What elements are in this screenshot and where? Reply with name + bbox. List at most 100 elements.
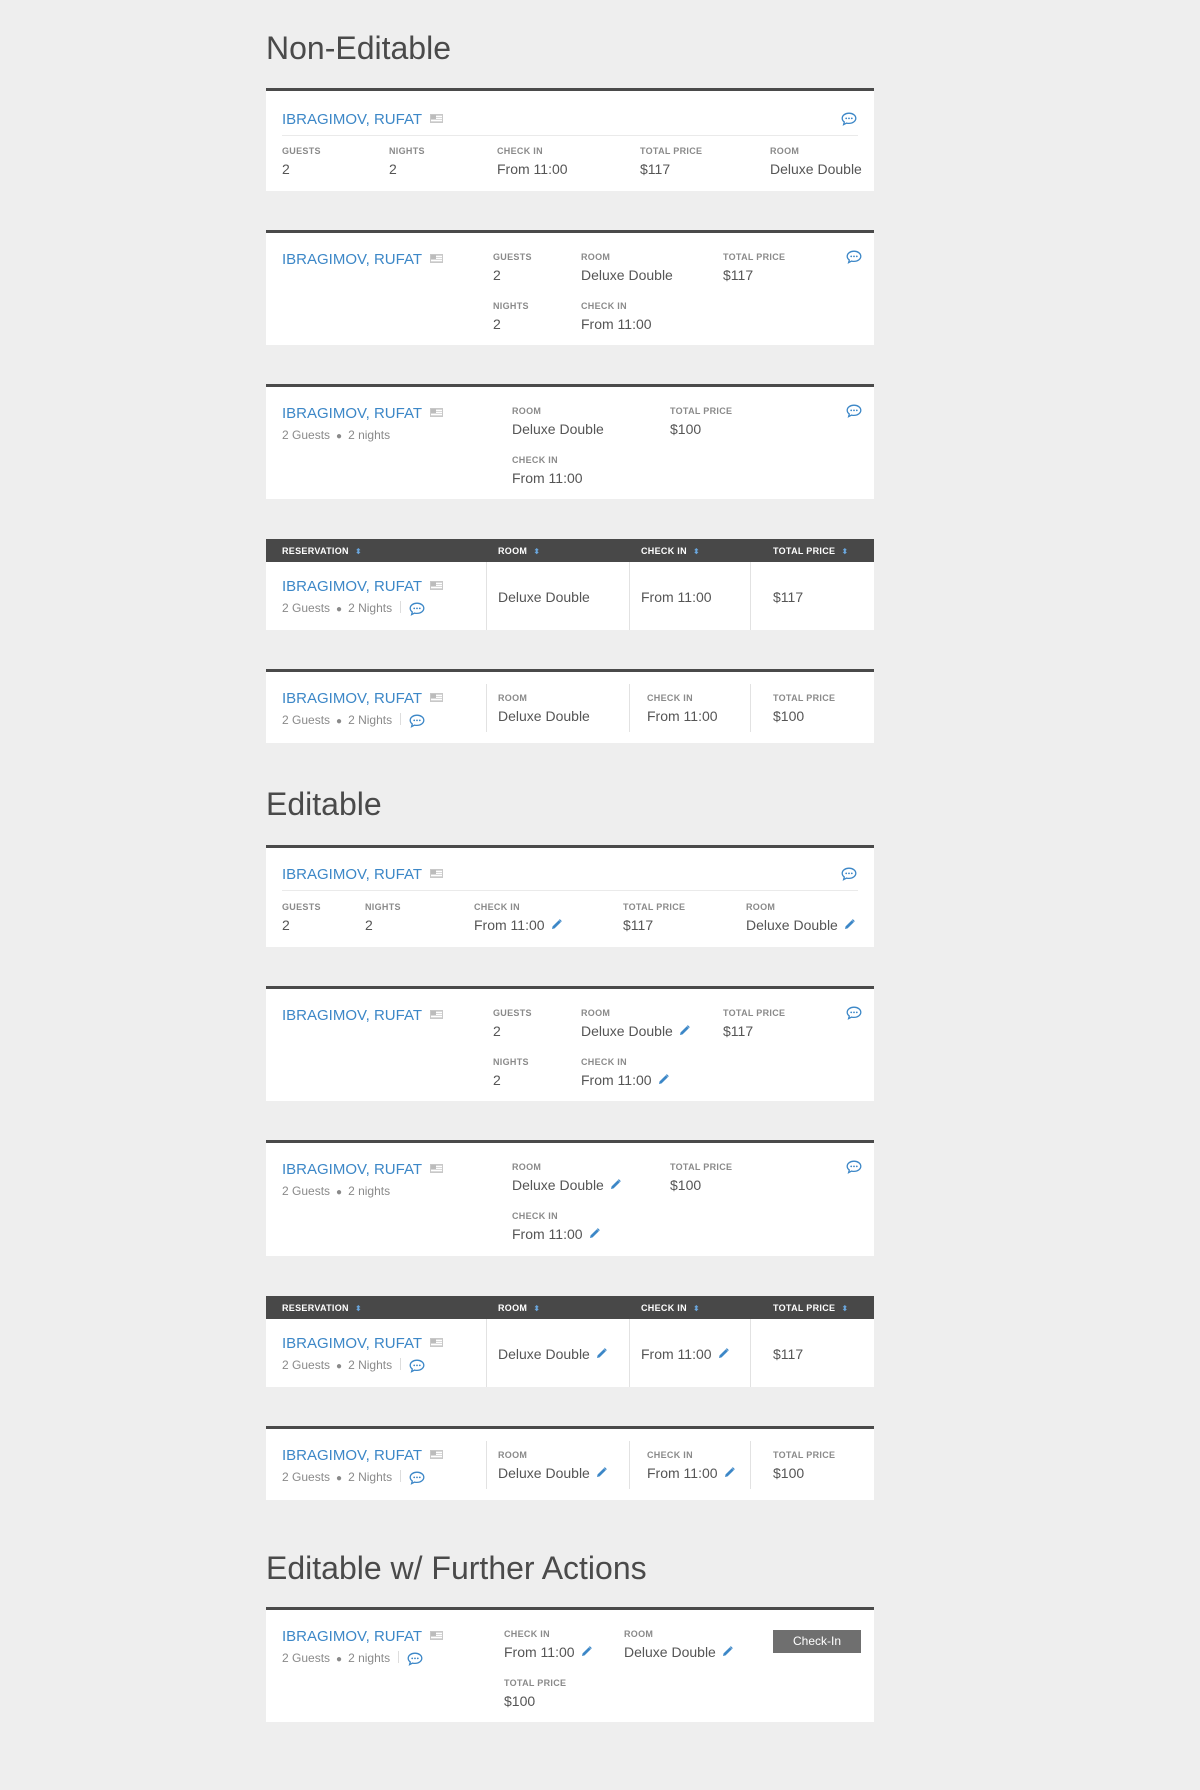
chat-bubble-icon[interactable] [841, 112, 857, 126]
guest-name-label[interactable]: IBRAGIMOV, RUFAT [282, 405, 422, 422]
sort-icon[interactable]: ⬍ [841, 548, 848, 556]
check-in-value[interactable]: From 11:00 [512, 1226, 600, 1242]
guest-name-link[interactable]: IBRAGIMOV, RUFAT [282, 111, 444, 128]
room-value[interactable]: Deluxe Double [624, 1644, 733, 1660]
pencil-icon[interactable] [581, 1646, 592, 1657]
column-header-reservation[interactable]: RESERVATION ⬍ [282, 546, 362, 556]
pencil-icon[interactable] [596, 1348, 607, 1359]
chat-bubble-icon[interactable] [846, 404, 862, 418]
column-label[interactable]: TOTAL PRICE [773, 1303, 835, 1313]
sort-icon[interactable]: ⬍ [693, 548, 700, 556]
guest-name-link[interactable]: IBRAGIMOV, RUFAT [282, 1007, 444, 1024]
room-text[interactable]: Deluxe Double [498, 1465, 590, 1481]
column-header-check-in[interactable]: CHECK IN ⬍ [641, 546, 700, 556]
guest-name-label[interactable]: IBRAGIMOV, RUFAT [282, 1007, 422, 1024]
pencil-icon[interactable] [589, 1228, 600, 1239]
column-header-check-in[interactable]: CHECK IN ⬍ [641, 1303, 700, 1313]
room-text[interactable]: Deluxe Double [624, 1644, 716, 1660]
column-label[interactable]: CHECK IN [641, 546, 687, 556]
column-label[interactable]: RESERVATION [282, 546, 349, 556]
pencil-icon[interactable] [718, 1348, 729, 1359]
sort-icon[interactable]: ⬍ [533, 1305, 540, 1313]
column-header-total-price[interactable]: TOTAL PRICE ⬍ [773, 1303, 848, 1313]
chat-bubble-icon[interactable] [846, 1006, 862, 1020]
room-value[interactable]: Deluxe Double [498, 1346, 607, 1362]
room-text[interactable]: Deluxe Double [746, 917, 838, 933]
column-header-room[interactable]: ROOM ⬍ [498, 1303, 540, 1313]
chat-bubble-icon[interactable] [409, 714, 425, 728]
check-in-text[interactable]: From 11:00 [647, 1465, 718, 1481]
column-header-reservation[interactable]: RESERVATION ⬍ [282, 1303, 362, 1313]
guest-name-label[interactable]: IBRAGIMOV, RUFAT [282, 1628, 422, 1645]
column-header-total-price[interactable]: TOTAL PRICE ⬍ [773, 546, 848, 556]
guest-name-label[interactable]: IBRAGIMOV, RUFAT [282, 251, 422, 268]
guest-name-link[interactable]: IBRAGIMOV, RUFAT [282, 866, 444, 883]
guest-name-label[interactable]: IBRAGIMOV, RUFAT [282, 1161, 422, 1178]
chat-bubble-icon[interactable] [841, 867, 857, 881]
room-value: Deluxe Double [498, 708, 590, 724]
sort-icon[interactable]: ⬍ [533, 548, 540, 556]
pencil-icon[interactable] [722, 1646, 733, 1657]
check-in-value: From 11:00 [647, 708, 718, 724]
guest-name-link[interactable]: IBRAGIMOV, RUFAT [282, 1161, 444, 1178]
guest-name-label[interactable]: IBRAGIMOV, RUFAT [282, 1335, 422, 1352]
flag-icon [430, 114, 444, 123]
guest-name-link[interactable]: IBRAGIMOV, RUFAT [282, 405, 444, 422]
pencil-icon[interactable] [844, 919, 855, 930]
sort-icon[interactable]: ⬍ [693, 1305, 700, 1313]
guest-name-label[interactable]: IBRAGIMOV, RUFAT [282, 1447, 422, 1464]
room-value[interactable]: Deluxe Double [498, 1465, 607, 1481]
check-in-text[interactable]: From 11:00 [512, 1226, 583, 1242]
pencil-icon[interactable] [679, 1025, 690, 1036]
chat-bubble-icon[interactable] [409, 1359, 425, 1373]
pencil-icon[interactable] [658, 1074, 669, 1085]
pencil-icon[interactable] [596, 1467, 607, 1478]
guest-name-link[interactable]: IBRAGIMOV, RUFAT [282, 1628, 444, 1645]
chat-bubble-icon[interactable] [407, 1652, 423, 1666]
room-value[interactable]: Deluxe Double [512, 1177, 621, 1193]
room-value[interactable]: Deluxe Double [581, 1023, 690, 1039]
check-in-value[interactable]: From 11:00 [581, 1072, 669, 1088]
guest-name-link[interactable]: IBRAGIMOV, RUFAT [282, 1335, 444, 1352]
pencil-icon[interactable] [610, 1179, 621, 1190]
check-in-text[interactable]: From 11:00 [641, 1346, 712, 1362]
nights-value: 2 [365, 917, 373, 933]
chat-bubble-icon[interactable] [409, 1471, 425, 1485]
column-header-room[interactable]: ROOM ⬍ [498, 546, 540, 556]
column-label[interactable]: CHECK IN [641, 1303, 687, 1313]
guest-name-link[interactable]: IBRAGIMOV, RUFAT [282, 251, 444, 268]
pencil-icon[interactable] [551, 919, 562, 930]
guest-name-label[interactable]: IBRAGIMOV, RUFAT [282, 866, 422, 883]
chat-bubble-icon[interactable] [846, 1160, 862, 1174]
room-text[interactable]: Deluxe Double [498, 1346, 590, 1362]
check-in-button[interactable]: Check-In [773, 1630, 861, 1653]
column-label[interactable]: RESERVATION [282, 1303, 349, 1313]
guest-name-label[interactable]: IBRAGIMOV, RUFAT [282, 578, 422, 595]
room-value[interactable]: Deluxe Double [746, 917, 855, 933]
check-in-value[interactable]: From 11:00 [474, 917, 562, 933]
total-price-label: TOTAL PRICE [640, 146, 703, 156]
chat-bubble-icon[interactable] [409, 602, 425, 616]
column-label[interactable]: ROOM [498, 1303, 527, 1313]
guest-name-link[interactable]: IBRAGIMOV, RUFAT [282, 1447, 444, 1464]
guest-name-label[interactable]: IBRAGIMOV, RUFAT [282, 111, 422, 128]
sort-icon[interactable]: ⬍ [355, 548, 362, 556]
check-in-value[interactable]: From 11:00 [641, 1346, 729, 1362]
column-label[interactable]: ROOM [498, 546, 527, 556]
chat-bubble-icon[interactable] [846, 250, 862, 264]
column-label[interactable]: TOTAL PRICE [773, 546, 835, 556]
check-in-value[interactable]: From 11:00 [504, 1644, 592, 1660]
room-text[interactable]: Deluxe Double [512, 1177, 604, 1193]
sort-icon[interactable]: ⬍ [841, 1305, 848, 1313]
pencil-icon[interactable] [724, 1467, 735, 1478]
check-in-text[interactable]: From 11:00 [581, 1072, 652, 1088]
guest-name-label[interactable]: IBRAGIMOV, RUFAT [282, 690, 422, 707]
room-text[interactable]: Deluxe Double [581, 1023, 673, 1039]
check-in-text[interactable]: From 11:00 [504, 1644, 575, 1660]
check-in-value[interactable]: From 11:00 [647, 1465, 735, 1481]
guest-name-link[interactable]: IBRAGIMOV, RUFAT [282, 690, 444, 707]
sort-icon[interactable]: ⬍ [355, 1305, 362, 1313]
section-title-non-editable: Non-Editable [266, 30, 451, 66]
check-in-text[interactable]: From 11:00 [474, 917, 545, 933]
guest-name-link[interactable]: IBRAGIMOV, RUFAT [282, 578, 444, 595]
